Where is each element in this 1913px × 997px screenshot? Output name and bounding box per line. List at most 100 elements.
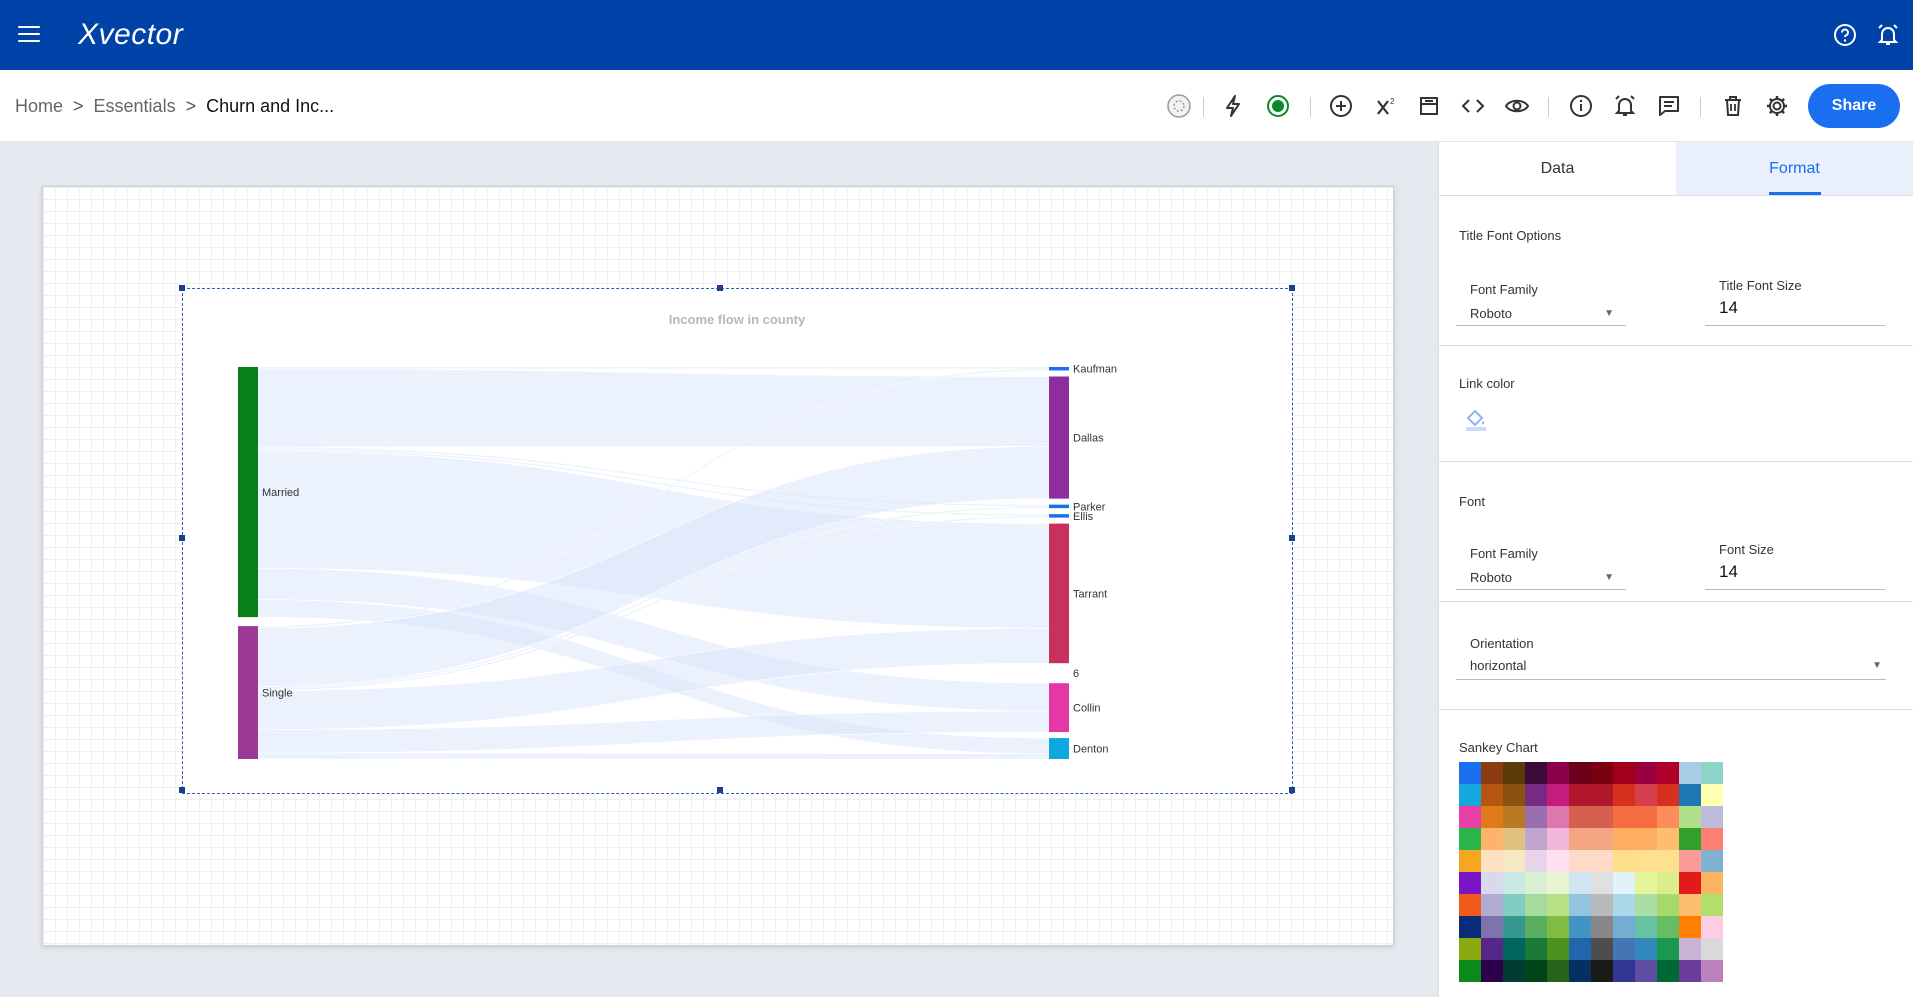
color-swatch[interactable] (1525, 762, 1547, 784)
app-logo[interactable]: Xvector (78, 18, 183, 52)
color-swatch[interactable] (1635, 784, 1657, 806)
color-swatch[interactable] (1613, 916, 1635, 938)
color-swatch[interactable] (1503, 828, 1525, 850)
color-swatch[interactable] (1657, 938, 1679, 960)
color-swatch[interactable] (1701, 872, 1723, 894)
color-swatch[interactable] (1525, 894, 1547, 916)
color-swatch[interactable] (1657, 806, 1679, 828)
title-font-size-input[interactable]: Title Font Size 14 (1705, 278, 1885, 326)
color-swatch[interactable] (1525, 960, 1547, 982)
alarm-bell-icon[interactable] (1875, 22, 1901, 48)
color-swatch[interactable] (1613, 960, 1635, 982)
color-swatch[interactable] (1503, 872, 1525, 894)
tab-format[interactable]: Format (1676, 142, 1913, 195)
share-button[interactable]: Share (1808, 84, 1900, 128)
sankey-node-collin[interactable] (1049, 683, 1069, 733)
color-swatch[interactable] (1503, 916, 1525, 938)
color-swatch[interactable] (1679, 828, 1701, 850)
color-swatch[interactable] (1635, 938, 1657, 960)
color-swatch[interactable] (1635, 916, 1657, 938)
color-swatch[interactable] (1613, 806, 1635, 828)
color-swatch[interactable] (1635, 806, 1657, 828)
color-swatch[interactable] (1701, 916, 1723, 938)
layout-panel-icon[interactable] (1416, 93, 1442, 119)
color-swatch[interactable] (1459, 872, 1481, 894)
color-swatch[interactable] (1481, 938, 1503, 960)
color-swatch[interactable] (1679, 762, 1701, 784)
color-swatch[interactable] (1679, 894, 1701, 916)
color-swatch[interactable] (1481, 828, 1503, 850)
color-swatch[interactable] (1481, 872, 1503, 894)
color-swatch[interactable] (1569, 828, 1591, 850)
color-swatch[interactable] (1525, 784, 1547, 806)
color-swatch[interactable] (1459, 806, 1481, 828)
color-swatch[interactable] (1569, 850, 1591, 872)
color-swatch[interactable] (1503, 850, 1525, 872)
color-swatch[interactable] (1701, 762, 1723, 784)
alert-bell-icon[interactable] (1612, 93, 1638, 119)
color-swatch[interactable] (1679, 806, 1701, 828)
color-swatch[interactable] (1525, 850, 1547, 872)
color-swatch[interactable] (1657, 762, 1679, 784)
color-swatch[interactable] (1503, 894, 1525, 916)
color-swatch[interactable] (1635, 850, 1657, 872)
preview-eye-icon[interactable] (1504, 93, 1530, 119)
color-swatch[interactable] (1701, 960, 1723, 982)
color-swatch[interactable] (1481, 762, 1503, 784)
color-swatch[interactable] (1591, 762, 1613, 784)
color-swatch[interactable] (1701, 828, 1723, 850)
sankey-node-denton[interactable] (1049, 738, 1069, 759)
color-swatch[interactable] (1481, 916, 1503, 938)
sankey-link[interactable] (257, 366, 1050, 370)
color-swatch[interactable] (1613, 784, 1635, 806)
font-family-select[interactable]: Font Family Roboto ▼ (1456, 546, 1626, 590)
color-swatch[interactable] (1547, 828, 1569, 850)
color-swatch[interactable] (1635, 762, 1657, 784)
color-swatch[interactable] (1657, 828, 1679, 850)
breadcrumb-essentials[interactable]: Essentials (94, 96, 176, 117)
code-icon[interactable] (1460, 93, 1486, 119)
color-swatch[interactable] (1459, 828, 1481, 850)
color-swatch[interactable] (1569, 762, 1591, 784)
color-swatch[interactable] (1701, 784, 1723, 806)
color-swatch[interactable] (1679, 850, 1701, 872)
sankey-node-tarrant[interactable] (1049, 523, 1069, 664)
color-swatch[interactable] (1657, 872, 1679, 894)
color-swatch[interactable] (1547, 960, 1569, 982)
color-swatch[interactable] (1591, 938, 1613, 960)
color-swatch[interactable] (1569, 872, 1591, 894)
record-status-icon[interactable] (1265, 93, 1291, 119)
color-swatch[interactable] (1591, 872, 1613, 894)
sankey-node-kaufman[interactable] (1049, 367, 1069, 371)
sankey-link[interactable] (257, 752, 1050, 760)
color-swatch[interactable] (1503, 762, 1525, 784)
color-swatch[interactable] (1679, 916, 1701, 938)
color-swatch[interactable] (1569, 916, 1591, 938)
color-swatch[interactable] (1481, 960, 1503, 982)
sankey-link[interactable] (257, 368, 1050, 448)
color-swatch[interactable] (1679, 872, 1701, 894)
color-swatch[interactable] (1547, 850, 1569, 872)
color-swatch[interactable] (1679, 784, 1701, 806)
color-swatch[interactable] (1591, 806, 1613, 828)
color-swatch[interactable] (1657, 916, 1679, 938)
sankey-chart-widget[interactable]: Income flow in county Married Single Kaufm… (179, 285, 1295, 794)
tab-data[interactable]: Data (1439, 142, 1676, 195)
formula-icon[interactable]: 2 (1373, 93, 1399, 119)
color-swatch[interactable] (1459, 762, 1481, 784)
color-swatch[interactable] (1657, 894, 1679, 916)
dashboard-canvas[interactable]: Income flow in county Married Single Kaufm… (42, 186, 1394, 946)
color-swatch[interactable] (1525, 916, 1547, 938)
sankey-node-dallas[interactable] (1049, 376, 1069, 499)
add-circle-icon[interactable] (1328, 93, 1354, 119)
paint-bucket-icon[interactable] (1463, 406, 1489, 432)
color-swatch[interactable] (1635, 872, 1657, 894)
color-swatch[interactable] (1459, 960, 1481, 982)
color-swatch[interactable] (1481, 894, 1503, 916)
title-font-family-select[interactable]: Font Family Roboto ▼ (1456, 282, 1626, 326)
color-swatch[interactable] (1701, 806, 1723, 828)
settings-gear-icon[interactable] (1764, 93, 1790, 119)
lightning-icon[interactable] (1220, 93, 1246, 119)
help-icon[interactable] (1832, 22, 1858, 48)
color-swatch[interactable] (1525, 828, 1547, 850)
